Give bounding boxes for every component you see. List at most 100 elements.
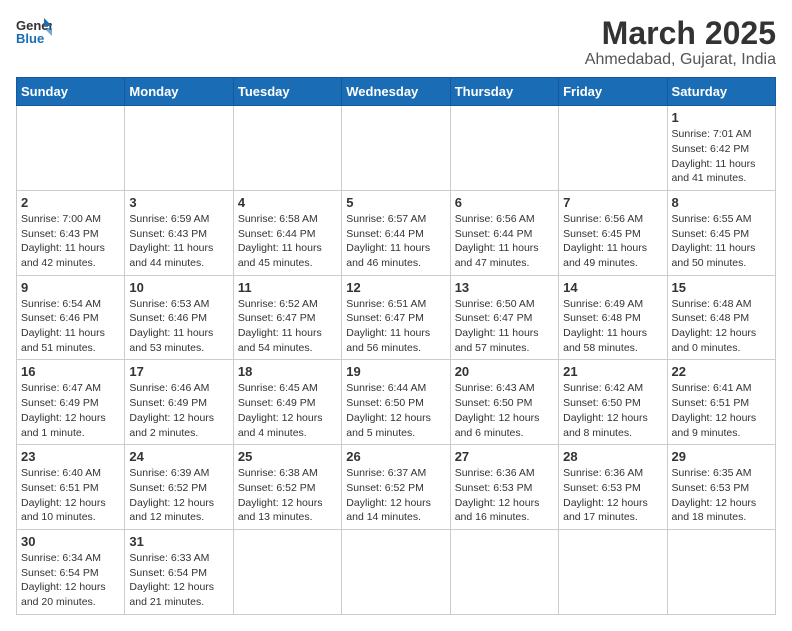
- day-number: 27: [455, 449, 554, 464]
- day-info: Sunrise: 6:44 AM Sunset: 6:50 PM Dayligh…: [346, 381, 445, 440]
- day-info: Sunrise: 6:38 AM Sunset: 6:52 PM Dayligh…: [238, 466, 337, 525]
- calendar-week-row: 30Sunrise: 6:34 AM Sunset: 6:54 PM Dayli…: [17, 529, 776, 614]
- day-number: 11: [238, 280, 337, 295]
- calendar-day-cell: 14 Sunrise: 6:49 AM Sunset: 6:48 PM Dayli…: [559, 275, 667, 360]
- calendar-header-row: SundayMondayTuesdayWednesdayThursdayFrid…: [17, 78, 776, 106]
- day-info: Sunrise: 6:53 AM Sunset: 6:46 PM Dayligh…: [129, 297, 228, 356]
- day-number: 25: [238, 449, 337, 464]
- day-info: Sunrise: 6:58 AM Sunset: 6:44 PM Dayligh…: [238, 212, 337, 271]
- weekday-header-thursday: Thursday: [450, 78, 558, 106]
- weekday-header-wednesday: Wednesday: [342, 78, 450, 106]
- calendar-day-cell: 13 Sunrise: 6:50 AM Sunset: 6:47 PM Dayli…: [450, 275, 558, 360]
- calendar-day-cell: 2 Sunrise: 7:00 AM Sunset: 6:43 PM Daylig…: [17, 190, 125, 275]
- calendar-day-cell: [450, 106, 558, 191]
- day-info: Sunrise: 6:54 AM Sunset: 6:46 PM Dayligh…: [21, 297, 120, 356]
- calendar-day-cell: 22 Sunrise: 6:41 AM Sunset: 6:51 PM Dayli…: [667, 360, 775, 445]
- day-number: 22: [672, 364, 771, 379]
- calendar-day-cell: [233, 529, 341, 614]
- calendar-day-cell: [667, 529, 775, 614]
- calendar-day-cell: 29 Sunrise: 6:35 AM Sunset: 6:53 PM Dayli…: [667, 445, 775, 530]
- day-info: Sunrise: 6:45 AM Sunset: 6:49 PM Dayligh…: [238, 381, 337, 440]
- day-info: Sunrise: 6:46 AM Sunset: 6:49 PM Dayligh…: [129, 381, 228, 440]
- calendar-day-cell: [450, 529, 558, 614]
- calendar-day-cell: 5 Sunrise: 6:57 AM Sunset: 6:44 PM Daylig…: [342, 190, 450, 275]
- day-number: 16: [21, 364, 120, 379]
- day-info: Sunrise: 6:47 AM Sunset: 6:49 PM Dayligh…: [21, 381, 120, 440]
- day-info: Sunrise: 6:57 AM Sunset: 6:44 PM Dayligh…: [346, 212, 445, 271]
- day-number: 9: [21, 280, 120, 295]
- day-info: Sunrise: 6:37 AM Sunset: 6:52 PM Dayligh…: [346, 466, 445, 525]
- day-number: 18: [238, 364, 337, 379]
- day-number: 15: [672, 280, 771, 295]
- weekday-header-tuesday: Tuesday: [233, 78, 341, 106]
- day-number: 3: [129, 195, 228, 210]
- calendar-day-cell: 19Sunrise: 6:44 AM Sunset: 6:50 PM Dayli…: [342, 360, 450, 445]
- day-number: 7: [563, 195, 662, 210]
- calendar-day-cell: 12 Sunrise: 6:51 AM Sunset: 6:47 PM Dayli…: [342, 275, 450, 360]
- calendar-day-cell: 26 Sunrise: 6:37 AM Sunset: 6:52 PM Dayli…: [342, 445, 450, 530]
- weekday-header-sunday: Sunday: [17, 78, 125, 106]
- day-number: 1: [672, 110, 771, 125]
- day-number: 10: [129, 280, 228, 295]
- day-info: Sunrise: 6:59 AM Sunset: 6:43 PM Dayligh…: [129, 212, 228, 271]
- day-number: 21: [563, 364, 662, 379]
- calendar-day-cell: [125, 106, 233, 191]
- calendar-day-cell: 7Sunrise: 6:56 AM Sunset: 6:45 PM Daylig…: [559, 190, 667, 275]
- calendar-week-row: 16 Sunrise: 6:47 AM Sunset: 6:49 PM Dayli…: [17, 360, 776, 445]
- calendar-day-cell: [342, 106, 450, 191]
- calendar-week-row: 2 Sunrise: 7:00 AM Sunset: 6:43 PM Daylig…: [17, 190, 776, 275]
- day-info: Sunrise: 6:40 AM Sunset: 6:51 PM Dayligh…: [21, 466, 120, 525]
- weekday-header-saturday: Saturday: [667, 78, 775, 106]
- day-info: Sunrise: 7:00 AM Sunset: 6:43 PM Dayligh…: [21, 212, 120, 271]
- day-number: 17: [129, 364, 228, 379]
- calendar-day-cell: 15 Sunrise: 6:48 AM Sunset: 6:48 PM Dayli…: [667, 275, 775, 360]
- day-number: 12: [346, 280, 445, 295]
- calendar-day-cell: [233, 106, 341, 191]
- day-number: 29: [672, 449, 771, 464]
- svg-text:Blue: Blue: [16, 31, 44, 46]
- day-info: Sunrise: 6:43 AM Sunset: 6:50 PM Dayligh…: [455, 381, 554, 440]
- calendar-day-cell: 16 Sunrise: 6:47 AM Sunset: 6:49 PM Dayli…: [17, 360, 125, 445]
- day-info: Sunrise: 6:48 AM Sunset: 6:48 PM Dayligh…: [672, 297, 771, 356]
- calendar-day-cell: 10 Sunrise: 6:53 AM Sunset: 6:46 PM Dayli…: [125, 275, 233, 360]
- calendar-day-cell: 28 Sunrise: 6:36 AM Sunset: 6:53 PM Dayli…: [559, 445, 667, 530]
- day-info: Sunrise: 6:36 AM Sunset: 6:53 PM Dayligh…: [563, 466, 662, 525]
- calendar-week-row: 23 Sunrise: 6:40 AM Sunset: 6:51 PM Dayli…: [17, 445, 776, 530]
- day-number: 28: [563, 449, 662, 464]
- calendar-day-cell: 21Sunrise: 6:42 AM Sunset: 6:50 PM Dayli…: [559, 360, 667, 445]
- calendar-day-cell: 1 Sunrise: 7:01 AM Sunset: 6:42 PM Daylig…: [667, 106, 775, 191]
- calendar-title-area: March 2025 Ahmedabad, Gujarat, India: [585, 16, 776, 69]
- day-number: 26: [346, 449, 445, 464]
- calendar-day-cell: [559, 106, 667, 191]
- calendar-day-cell: 23 Sunrise: 6:40 AM Sunset: 6:51 PM Dayli…: [17, 445, 125, 530]
- day-info: Sunrise: 6:41 AM Sunset: 6:51 PM Dayligh…: [672, 381, 771, 440]
- day-number: 2: [21, 195, 120, 210]
- day-info: Sunrise: 6:35 AM Sunset: 6:53 PM Dayligh…: [672, 466, 771, 525]
- weekday-header-friday: Friday: [559, 78, 667, 106]
- day-number: 13: [455, 280, 554, 295]
- calendar-day-cell: 27 Sunrise: 6:36 AM Sunset: 6:53 PM Dayli…: [450, 445, 558, 530]
- day-number: 23: [21, 449, 120, 464]
- day-number: 30: [21, 534, 120, 549]
- day-info: Sunrise: 6:33 AM Sunset: 6:54 PM Dayligh…: [129, 551, 228, 610]
- day-number: 5: [346, 195, 445, 210]
- day-number: 14: [563, 280, 662, 295]
- day-number: 31: [129, 534, 228, 549]
- calendar-day-cell: 6Sunrise: 6:56 AM Sunset: 6:44 PM Daylig…: [450, 190, 558, 275]
- calendar-day-cell: [342, 529, 450, 614]
- calendar-day-cell: 20Sunrise: 6:43 AM Sunset: 6:50 PM Dayli…: [450, 360, 558, 445]
- day-info: Sunrise: 6:56 AM Sunset: 6:44 PM Dayligh…: [455, 212, 554, 271]
- day-info: Sunrise: 6:50 AM Sunset: 6:47 PM Dayligh…: [455, 297, 554, 356]
- calendar-day-cell: 9 Sunrise: 6:54 AM Sunset: 6:46 PM Daylig…: [17, 275, 125, 360]
- day-info: Sunrise: 6:36 AM Sunset: 6:53 PM Dayligh…: [455, 466, 554, 525]
- calendar-week-row: 9 Sunrise: 6:54 AM Sunset: 6:46 PM Daylig…: [17, 275, 776, 360]
- month-title: March 2025: [585, 16, 776, 51]
- weekday-header-monday: Monday: [125, 78, 233, 106]
- calendar-day-cell: 3 Sunrise: 6:59 AM Sunset: 6:43 PM Daylig…: [125, 190, 233, 275]
- day-info: Sunrise: 6:49 AM Sunset: 6:48 PM Dayligh…: [563, 297, 662, 356]
- day-info: Sunrise: 6:51 AM Sunset: 6:47 PM Dayligh…: [346, 297, 445, 356]
- logo-icon: General Blue: [16, 16, 52, 46]
- day-info: Sunrise: 6:52 AM Sunset: 6:47 PM Dayligh…: [238, 297, 337, 356]
- day-info: Sunrise: 6:39 AM Sunset: 6:52 PM Dayligh…: [129, 466, 228, 525]
- day-info: Sunrise: 7:01 AM Sunset: 6:42 PM Dayligh…: [672, 127, 771, 186]
